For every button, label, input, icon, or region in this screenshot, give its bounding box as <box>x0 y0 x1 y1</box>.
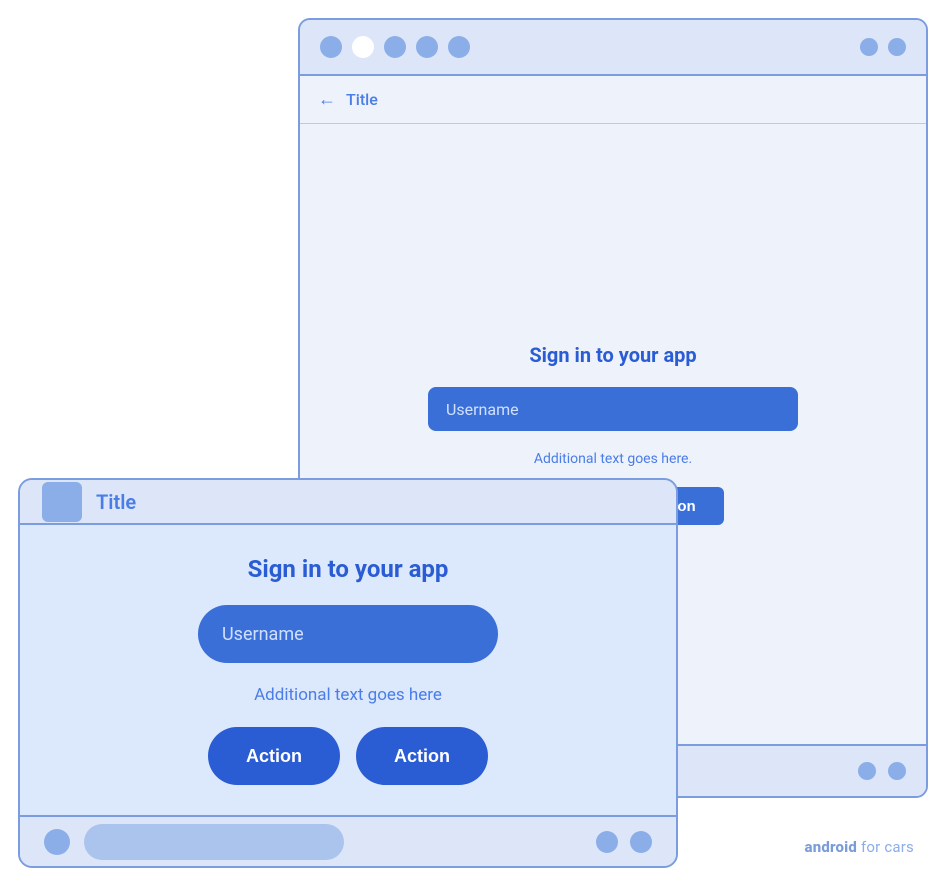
dot-3 <box>384 36 406 58</box>
car-mockup: Title Sign in to your app Username Addit… <box>18 478 678 868</box>
car-top-bar: Title <box>20 480 676 525</box>
car-title-text: Title <box>96 490 136 514</box>
dot-right-1 <box>860 38 878 56</box>
status-dots-left <box>320 36 470 58</box>
branding: android for cars <box>805 838 915 856</box>
phone-nav-title: Title <box>346 90 378 109</box>
back-arrow-icon[interactable]: ← <box>318 89 336 110</box>
dot-4 <box>416 36 438 58</box>
branding-bold: android <box>805 838 858 856</box>
car-content: Sign in to your app Username Additional … <box>20 525 676 815</box>
car-bottom-right <box>596 831 652 853</box>
phone-status-bar <box>300 20 926 76</box>
car-bottom-left <box>44 824 344 860</box>
phone-additional-text: Additional text goes here. <box>534 451 692 467</box>
phone-sign-in-title: Sign in to your app <box>529 343 696 367</box>
dot-right-2 <box>888 38 906 56</box>
dot-1 <box>320 36 342 58</box>
phone-nav-bar: ← Title <box>300 76 926 124</box>
car-action-button-1[interactable]: Action <box>208 727 340 785</box>
branding-regular: for cars <box>857 838 914 856</box>
car-username-input[interactable]: Username <box>198 605 498 663</box>
dot-2 <box>352 36 374 58</box>
car-bottom-dot-1 <box>44 829 70 855</box>
dot-5 <box>448 36 470 58</box>
car-additional-text: Additional text goes here <box>254 685 442 705</box>
car-action-buttons: Action Action <box>208 727 488 785</box>
car-action-button-2[interactable]: Action <box>356 727 488 785</box>
car-bottom-bar <box>20 815 676 866</box>
car-title-icon <box>42 482 82 522</box>
car-sign-in-title: Sign in to your app <box>248 555 449 583</box>
car-bottom-dot-3 <box>630 831 652 853</box>
status-dots-right <box>860 38 906 56</box>
car-bottom-dot-2 <box>596 831 618 853</box>
phone-username-input[interactable]: Username <box>428 387 798 431</box>
car-pill-nav[interactable] <box>84 824 344 860</box>
phone-bottom-dot-1 <box>858 762 876 780</box>
phone-bottom-dot-2 <box>888 762 906 780</box>
